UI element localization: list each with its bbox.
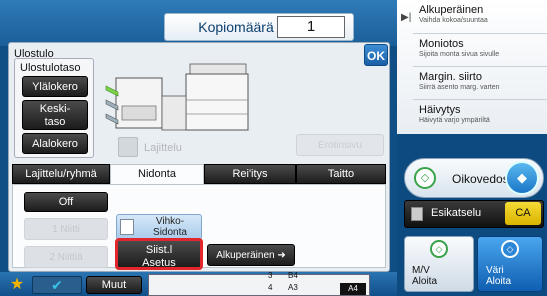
copies-label: Kopiomäärä [198, 19, 274, 35]
staple-off-button[interactable]: Off [24, 192, 108, 212]
saddle-stitch-label: Vihko- Sidonta [153, 216, 187, 238]
function-item-moniotos[interactable]: Moniotos [419, 38, 464, 50]
one-staple-button[interactable]: 1 Niitti [24, 218, 108, 240]
original-label: Alkuperäinen [216, 250, 275, 261]
divider [413, 33, 547, 34]
two-staples-button[interactable]: 2 Niittiä [24, 246, 108, 268]
settings-status-strip [148, 274, 370, 296]
ok-button[interactable]: OK [364, 44, 388, 66]
function-item-alkuperainen[interactable]: Alkuperäinen [419, 4, 483, 16]
function-item-subtitle: Vaihda kokoa/suuntaa [419, 17, 488, 24]
tab-punch[interactable]: Rei'itys [204, 164, 296, 184]
preview-icon [411, 207, 423, 221]
arrow-right-icon: ➜ [277, 250, 286, 261]
bw-start-icon: ◇ [430, 240, 448, 258]
sort-checkbox[interactable] [118, 137, 138, 157]
tab-staple[interactable]: Nidonta [110, 164, 204, 184]
tab-sort-group[interactable]: Lajittelu/ryhmä [12, 164, 110, 184]
output-tray-title: Ulostulotaso [20, 62, 81, 74]
sort-label: Lajittelu [144, 142, 182, 154]
tab-fold[interactable]: Taitto [296, 164, 386, 184]
others-button[interactable]: Muut [86, 276, 142, 294]
tray-number: 3 [268, 271, 273, 280]
divider [413, 99, 547, 100]
copies-input[interactable]: 1 [277, 16, 345, 38]
divider [413, 66, 547, 67]
start-diamond-icon: ◇ [414, 167, 436, 189]
function-item-margin-siirto[interactable]: Margin. siirto [419, 71, 482, 83]
proof-start-icon[interactable]: ◆ [505, 161, 539, 195]
play-icon[interactable]: ▶| [401, 12, 411, 23]
function-item-subtitle: Sijoita monta sivua sivulle [419, 51, 500, 58]
lower-tray-button[interactable]: Alalokero [22, 133, 88, 154]
color-start-icon: ◇ [501, 240, 519, 258]
proof-copy-label: Oikovedos [452, 172, 509, 186]
star-icon[interactable]: ★ [8, 276, 26, 294]
function-item-subtitle: Siirrä asento marg. varten [419, 84, 500, 91]
tray-paper-size: A3 [288, 283, 298, 292]
staple-settings-button[interactable]: Siist.l Asetus [115, 238, 203, 270]
tray-paper-size: B4 [288, 271, 298, 280]
checkmark-icon[interactable]: ✔ [32, 276, 82, 294]
separator-page-button[interactable]: Erotinsivu [296, 134, 384, 156]
clear-all-button[interactable]: CA [505, 202, 541, 225]
bw-start-label: M/V Aloita [412, 265, 438, 287]
booklet-icon [120, 219, 134, 235]
upper-tray-button[interactable]: Ylälokero [22, 76, 88, 97]
selected-paper-size: A4 [340, 283, 366, 295]
middle-tray-button[interactable]: Keski- taso [22, 100, 88, 130]
function-item-haivytys[interactable]: Häivytys [419, 104, 461, 116]
preview-label: Esikatselu [431, 207, 482, 219]
tray-number: 4 [268, 283, 273, 292]
function-item-subtitle: Häivytä varjo ympäriltä [419, 117, 490, 124]
original-button[interactable]: Alkuperäinen ➜ [207, 244, 295, 266]
machine-illustration-icon [105, 63, 249, 131]
color-start-label: Väri Aloita [486, 265, 512, 287]
